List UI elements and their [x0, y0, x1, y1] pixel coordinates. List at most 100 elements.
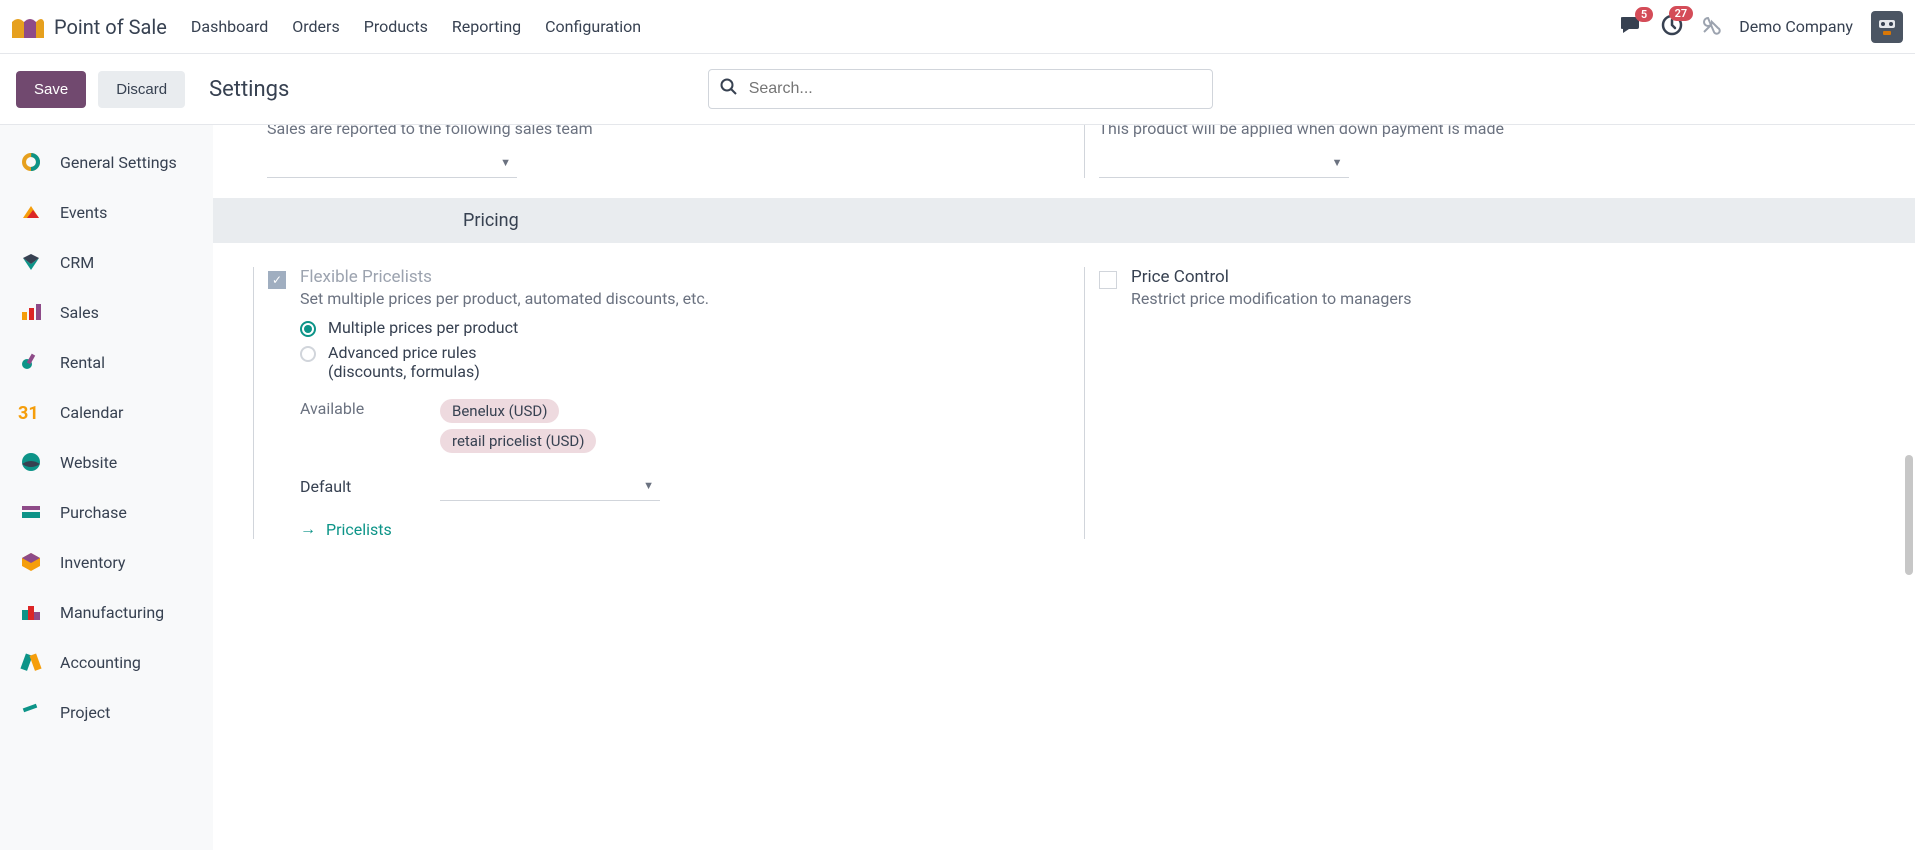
setting-down-payment: Down Payment Product This product will b… [1084, 125, 1876, 178]
topbar-right: 5 27 Demo Company [1621, 11, 1903, 43]
sales-team-dropdown[interactable]: ▼ [267, 148, 517, 178]
setting-row-top: Sales Team Sales are reported to the fol… [213, 125, 1915, 198]
radio-label: Advanced price rules [328, 343, 480, 362]
nav-tabs: Dashboard Orders Products Reporting Conf… [191, 17, 641, 36]
activities-badge: 27 [1669, 6, 1694, 21]
sidebar-item-crm[interactable]: CRM [0, 237, 213, 287]
discard-button[interactable]: Discard [98, 71, 185, 108]
chevron-down-icon: ▼ [643, 479, 654, 492]
radio-icon [300, 321, 316, 337]
check-icon: ✓ [272, 273, 282, 287]
tab-configuration[interactable]: Configuration [545, 17, 641, 36]
sidebar-item-sales[interactable]: Sales [0, 287, 213, 337]
search-icon [720, 78, 738, 100]
sidebar-item-manufacturing[interactable]: Manufacturing [0, 587, 213, 637]
save-button[interactable]: Save [16, 71, 86, 108]
sidebar-item-purchase[interactable]: Purchase [0, 487, 213, 537]
sidebar-item-events[interactable]: Events [0, 187, 213, 237]
tag-retail[interactable]: retail pricelist (USD) [440, 429, 596, 453]
action-bar: Save Discard Settings [0, 54, 1915, 124]
setting-row-pricing: ✓ Flexible Pricelists Set multiple price… [213, 243, 1915, 559]
app-name[interactable]: Point of Sale [54, 15, 167, 39]
chevron-down-icon: ▼ [1332, 156, 1343, 169]
accounting-icon [18, 649, 44, 675]
sidebar-item-label: Project [60, 703, 110, 722]
section-header-pricing: Pricing [213, 198, 1915, 243]
tab-products[interactable]: Products [364, 17, 428, 36]
radio-multiple-prices[interactable]: Multiple prices per product [300, 318, 1044, 337]
sidebar-item-label: CRM [60, 253, 94, 272]
arrow-right-icon: → [300, 519, 316, 539]
sidebar-item-inventory[interactable]: Inventory [0, 537, 213, 587]
messages-badge: 5 [1635, 7, 1653, 22]
setting-flexible-pricelists: ✓ Flexible Pricelists Set multiple price… [253, 267, 1044, 539]
sidebar-item-label: Website [60, 453, 117, 472]
crm-icon [18, 249, 44, 275]
activities-button[interactable]: 27 [1661, 14, 1683, 40]
down-payment-dropdown[interactable]: ▼ [1099, 148, 1349, 178]
topbar: Point of Sale Dashboard Orders Products … [0, 0, 1915, 54]
field-label: Available [300, 399, 380, 418]
sidebar-item-label: General Settings [60, 153, 177, 172]
tools-icon[interactable] [1701, 15, 1721, 39]
setting-sales-team: Sales Team Sales are reported to the fol… [253, 125, 1044, 178]
sidebar-item-label: Events [60, 203, 107, 222]
sidebar-item-label: Accounting [60, 653, 141, 672]
tab-reporting[interactable]: Reporting [452, 17, 521, 36]
inventory-icon [18, 549, 44, 575]
tag-benelux[interactable]: Benelux (USD) [440, 399, 559, 423]
svg-text:31: 31 [18, 403, 39, 423]
radio-advanced-rules[interactable]: Advanced price rules (discounts, formula… [300, 343, 1044, 381]
sidebar-item-label: Purchase [60, 503, 127, 522]
page-title: Settings [209, 77, 289, 102]
messages-button[interactable]: 5 [1621, 15, 1643, 39]
price-control-checkbox[interactable] [1099, 271, 1117, 289]
field-default: Default ▼ [300, 471, 1044, 501]
sidebar-item-label: Manufacturing [60, 603, 164, 622]
setting-desc: Sales are reported to the following sale… [267, 125, 1044, 138]
settings-sidebar: General Settings Events CRM Sales Rental… [0, 125, 213, 850]
settings-content[interactable]: Sales Team Sales are reported to the fol… [213, 125, 1915, 850]
setting-desc: Restrict price modification to managers [1131, 289, 1875, 308]
sidebar-item-label: Rental [60, 353, 105, 372]
setting-price-control: Price Control Restrict price modificatio… [1084, 267, 1875, 539]
radio-label-sub: (discounts, formulas) [328, 362, 480, 381]
sidebar-item-label: Inventory [60, 553, 126, 572]
setting-desc: Set multiple prices per product, automat… [300, 289, 1044, 308]
setting-title: Flexible Pricelists [300, 267, 1044, 287]
user-avatar[interactable] [1871, 11, 1903, 43]
sidebar-item-website[interactable]: Website [0, 437, 213, 487]
default-pricelist-dropdown[interactable]: ▼ [440, 471, 660, 501]
radio-label: Multiple prices per product [328, 318, 518, 337]
pricelists-link[interactable]: → Pricelists [300, 519, 1044, 539]
company-switcher[interactable]: Demo Company [1739, 17, 1853, 36]
rental-icon [18, 349, 44, 375]
sidebar-item-accounting[interactable]: Accounting [0, 637, 213, 687]
chevron-down-icon: ▼ [500, 156, 511, 169]
setting-desc: This product will be applied when down p… [1099, 125, 1876, 138]
tab-dashboard[interactable]: Dashboard [191, 17, 268, 36]
setting-title: Price Control [1131, 267, 1875, 287]
sidebar-item-rental[interactable]: Rental [0, 337, 213, 387]
app-icon [12, 16, 44, 38]
search-input[interactable] [708, 69, 1213, 109]
scrollbar-thumb[interactable] [1905, 455, 1913, 575]
available-pricelists-tags[interactable]: Benelux (USD) retail pricelist (USD) [440, 399, 596, 453]
sidebar-item-label: Sales [60, 303, 99, 322]
sidebar-item-project[interactable]: Project [0, 687, 213, 737]
tab-orders[interactable]: Orders [292, 17, 339, 36]
sidebar-item-label: Calendar [60, 403, 123, 422]
field-label: Default [300, 477, 380, 496]
events-icon [18, 199, 44, 225]
gear-icon [18, 149, 44, 175]
search-wrap [708, 69, 1213, 109]
radio-icon [300, 346, 316, 362]
sales-icon [18, 299, 44, 325]
purchase-icon [18, 499, 44, 525]
project-icon [18, 699, 44, 725]
manufacturing-icon [18, 599, 44, 625]
flexible-pricelists-checkbox[interactable]: ✓ [268, 271, 286, 289]
sidebar-item-calendar[interactable]: 31 Calendar [0, 387, 213, 437]
calendar-icon: 31 [18, 399, 44, 425]
sidebar-item-general[interactable]: General Settings [0, 137, 213, 187]
